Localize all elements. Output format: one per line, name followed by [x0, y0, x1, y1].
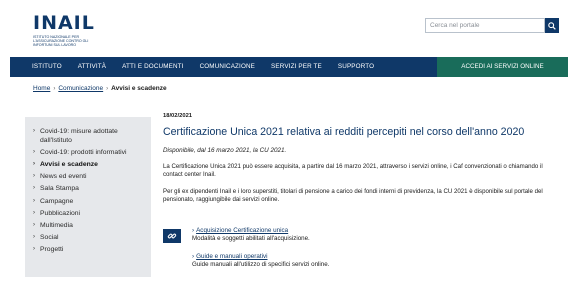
article-date: 18/02/2021: [163, 113, 193, 119]
sidebar-item-news-ed-eventi[interactable]: › News ed eventi: [25, 171, 151, 183]
bullet-icon: ›: [33, 234, 35, 241]
article-subtitle: Disponibile, dal 16 marzo 2021, la CU 20…: [163, 147, 287, 154]
arrow-right-icon: ›: [192, 227, 195, 234]
sidebar-item-label: Progetti: [40, 246, 64, 254]
link-label: Guide e manuali operativi: [196, 253, 268, 260]
search-button[interactable]: [545, 18, 559, 33]
sidebar-item-progetti[interactable]: › Progetti: [25, 244, 151, 256]
related-link-title[interactable]: › Acquisizione Certificazione unica: [192, 227, 310, 234]
breadcrumb-current: Avvisi e scadenze: [111, 85, 167, 92]
bullet-icon: ›: [33, 127, 35, 134]
bullet-icon: ›: [33, 148, 35, 155]
related-link-title[interactable]: › Guide e manuali operativi: [192, 253, 552, 260]
breadcrumb: Home › Comunicazione › Avvisi e scadenze: [33, 85, 167, 92]
sidebar-item-campagne[interactable]: › Campagne: [25, 195, 151, 207]
nav-item-servizi-per-te[interactable]: SERVIZI PER TE: [263, 57, 330, 77]
bullet-icon: ›: [33, 221, 35, 228]
logo-subtitle: ISTITUTO NAZIONALE PER L'ASSICURAZIONE C…: [33, 35, 89, 47]
related-link: › Acquisizione Certificazione unica Modal…: [163, 227, 558, 245]
nav-item-comunicazione[interactable]: COMUNICAZIONE: [192, 57, 263, 77]
sidebar-item-sala-stampa[interactable]: › Sala Stampa: [25, 183, 151, 195]
sidebar-item-multimedia[interactable]: › Multimedia: [25, 219, 151, 231]
sidebar-item-label: Campagne: [40, 197, 74, 205]
arrow-right-icon: ›: [192, 253, 195, 260]
sidebar-item-covid-misure[interactable]: › Covid-19: misure adottate dall'Istituto: [25, 125, 151, 146]
bullet-icon: ›: [33, 173, 35, 180]
logo-wordmark: INAIL: [33, 12, 95, 34]
sidebar-item-label: Pubblicazioni: [40, 209, 81, 217]
link-icon[interactable]: [163, 229, 181, 243]
sidebar-item-label: Sala Stampa: [40, 185, 79, 193]
article-paragraph: La Certificazione Unica 2021 può essere …: [163, 163, 543, 178]
chain-link-icon: [167, 233, 177, 239]
online-services-button[interactable]: ACCEDI AI SERVIZI ONLINE: [437, 57, 568, 77]
chevron-right-icon: ›: [106, 85, 109, 92]
sidebar-item-covid-prodotti[interactable]: › Covid-19: prodotti informativi: [25, 146, 151, 158]
bullet-icon: ›: [33, 209, 35, 216]
related-link-description: Modalità e soggetti abilitati all'acquis…: [192, 235, 310, 242]
sidebar-item-label: News ed eventi: [40, 173, 87, 181]
article-paragraph: Per gli ex dipendenti Inail e i loro sup…: [163, 188, 543, 203]
bullet-icon: ›: [33, 160, 35, 167]
search-icon: [548, 21, 556, 30]
chevron-right-icon: ›: [53, 85, 56, 92]
nav-item-supporto[interactable]: SUPPORTO: [330, 57, 382, 77]
sidebar-item-label: Covid-19: prodotti informativi: [40, 148, 127, 156]
sidebar-item-label: Covid-19: misure adottate dall'Istituto: [40, 127, 118, 144]
sidebar-item-pubblicazioni[interactable]: › Pubblicazioni: [25, 207, 151, 219]
sidebar-item-social[interactable]: › Social: [25, 232, 151, 244]
link-label: Acquisizione Certificazione unica: [196, 227, 289, 234]
nav-item-atti-e-documenti[interactable]: ATTI E DOCUMENTI: [114, 57, 191, 77]
nav-item-istituto[interactable]: ISTITUTO: [10, 57, 70, 77]
sidebar-item-avvisi-e-scadenze[interactable]: › Avvisi e scadenze: [25, 158, 151, 170]
related-link-text: › Acquisizione Certificazione unica Modal…: [192, 227, 310, 242]
search-input[interactable]: [425, 18, 545, 33]
related-link-description: Guide manuali all'utilizzo di specifici …: [192, 261, 330, 268]
bullet-icon: ›: [33, 185, 35, 192]
sidebar-item-label: Social: [40, 234, 59, 242]
sidebar-item-label: Multimedia: [40, 221, 73, 229]
nav-item-attivita[interactable]: ATTIVITÀ: [70, 57, 114, 77]
search-box: [425, 18, 559, 33]
breadcrumb-comunicazione[interactable]: Comunicazione: [58, 85, 103, 92]
site-header: INAIL ISTITUTO NAZIONALE PER L'ASSICURAZ…: [0, 0, 568, 56]
article-content: 18/02/2021 Certificazione Unica 2021 rel…: [163, 113, 558, 204]
bullet-icon: ›: [33, 197, 35, 204]
inail-logo[interactable]: INAIL ISTITUTO NAZIONALE PER L'ASSICURAZ…: [33, 12, 103, 48]
main-navigation: ISTITUTO ATTIVITÀ ATTI E DOCUMENTI COMUN…: [10, 57, 568, 77]
bullet-icon: ›: [33, 246, 35, 253]
related-link: › Guide e manuali operativi Guide manuali…: [192, 253, 552, 268]
breadcrumb-home[interactable]: Home: [33, 85, 50, 92]
page-title: Certificazione Unica 2021 relativa ai re…: [163, 126, 525, 138]
sidebar-menu: › Covid-19: misure adottate dall'Istituto…: [25, 117, 151, 277]
sidebar-item-label: Avvisi e scadenze: [40, 160, 98, 168]
